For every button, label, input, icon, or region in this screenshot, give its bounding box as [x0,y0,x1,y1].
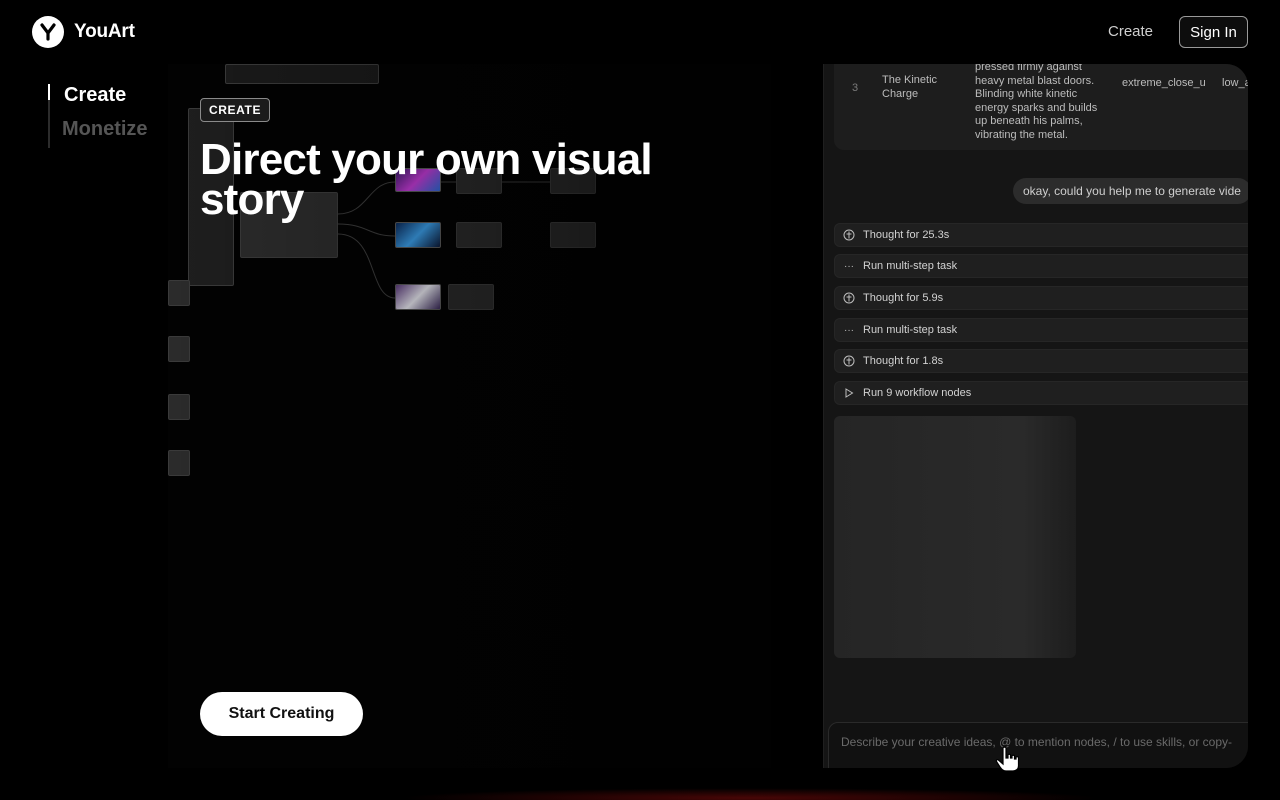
shot-description: pressed firmly against heavy metal blast… [975,64,1098,141]
generated-media-placeholder[interactable] [834,416,1076,658]
shot-title: The Kinetic Charge [882,74,938,100]
dots-icon: ··· [844,260,854,272]
step-label: Thought for 25.3s [863,229,950,241]
sign-in-button[interactable]: Sign In [1179,16,1248,48]
step-run-nodes[interactable]: Run 9 workflow nodes [834,381,1248,405]
step-label: Run multi-step task [863,260,958,272]
step-task[interactable]: ··· Run multi-step task [834,254,1248,278]
brain-icon [843,355,855,367]
brand-logo[interactable]: YouArt [32,16,135,48]
step-thought[interactable]: Thought for 5.9s [834,286,1248,310]
rail-item-create[interactable]: Create [64,84,126,107]
step-label: Run multi-step task [863,324,958,336]
step-label: Run 9 workflow nodes [863,387,972,399]
prompt-input[interactable]: Describe your creative ideas, @ to menti… [828,722,1248,768]
section-badge: CREATE [200,98,271,122]
step-task[interactable]: ··· Run multi-step task [834,318,1248,342]
step-label: Thought for 1.8s [863,355,944,367]
bottom-glow [400,788,1100,800]
step-thought[interactable]: Thought for 25.3s [834,223,1248,247]
shot-type: extreme_close_up [1122,77,1206,89]
hand-cursor-icon [995,746,1020,772]
step-label: Thought for 5.9s [863,292,944,304]
hero-headline: Direct your own visual story [200,135,653,224]
shot-table-card: 3 The Kinetic Charge pressed firmly agai… [834,64,1248,150]
shot-angle: low_a [1222,77,1248,89]
start-creating-button[interactable]: Start Creating [200,692,363,736]
play-icon [843,387,855,399]
rail-item-monetize[interactable]: Monetize [62,118,148,141]
youart-logo-icon [32,16,64,48]
shot-index: 3 [852,82,859,94]
top-header: YouArt Create Sign In [0,0,1280,64]
agent-chat-panel: 3 The Kinetic Charge pressed firmly agai… [823,64,1248,768]
brand-name: YouArt [74,21,135,42]
brain-icon [843,292,855,304]
dots-icon: ··· [844,324,854,336]
step-thought[interactable]: Thought for 1.8s [834,349,1248,373]
hero-panel: CREATE Direct your own visual story Star… [168,64,1248,768]
nav-create-link[interactable]: Create [1108,23,1153,40]
user-message-bubble: okay, could you help me to generate vide [1013,178,1248,204]
section-rail-indicator [48,84,50,100]
brain-icon [843,229,855,241]
